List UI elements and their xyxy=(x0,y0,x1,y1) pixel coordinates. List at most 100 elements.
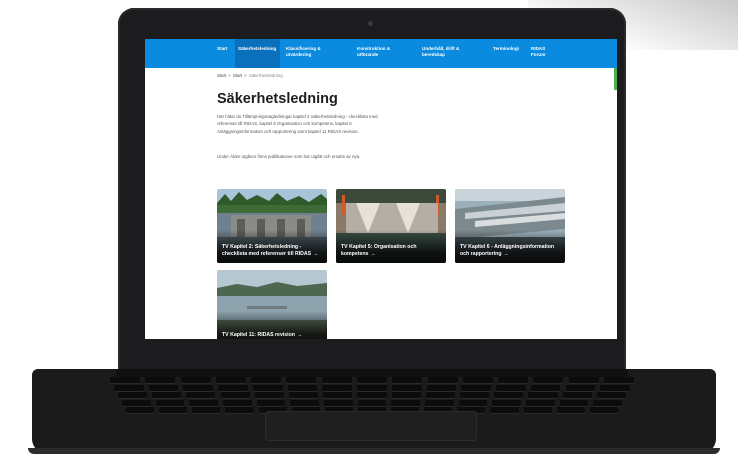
scroll-indicator xyxy=(614,68,617,90)
keyboard-key xyxy=(530,384,561,391)
arrow-right-icon: → xyxy=(370,251,376,257)
card-label: TV Kapitel 2: Säkerhetsledning - checkli… xyxy=(222,244,319,257)
keyboard-key xyxy=(426,384,457,391)
breadcrumb-item-start[interactable]: Start xyxy=(217,73,226,78)
keyboard-key xyxy=(122,399,151,406)
nav-start[interactable]: Start xyxy=(217,39,227,68)
keyboard-key xyxy=(357,399,387,406)
arrow-right-icon: → xyxy=(503,251,509,257)
keyboard-key xyxy=(323,392,353,398)
keyboard-key xyxy=(152,392,182,398)
keyboard-key xyxy=(192,407,221,413)
arrow-right-icon: → xyxy=(313,251,319,257)
keyboard-key xyxy=(290,399,319,406)
laptop-front-edge xyxy=(28,448,720,454)
breadcrumb-current: Säkerhetsledning xyxy=(248,73,283,78)
nav-sakerhetsledning[interactable]: Säkerhetsledning xyxy=(235,39,280,68)
intro-text: Här hittar du Tillämpningsvägledningar k… xyxy=(217,114,378,134)
keyboard-key xyxy=(526,399,555,406)
keyboard-key xyxy=(593,399,622,406)
keyboard-key xyxy=(498,377,529,383)
nav-terminologi[interactable]: Terminologi xyxy=(493,39,519,68)
breadcrumb-separator: > xyxy=(244,73,247,78)
keyboard-key xyxy=(148,384,179,391)
keyboard-key xyxy=(565,384,596,391)
keyboard-key xyxy=(596,392,626,398)
keyboard-key xyxy=(252,384,283,391)
keyboard-key xyxy=(186,392,216,398)
top-navigation: Start Säkerhetsledning Klassificering & … xyxy=(145,39,617,68)
keyboard-key xyxy=(604,377,634,383)
trackpad xyxy=(265,411,477,441)
laptop-screen: Start Säkerhetsledning Klassificering & … xyxy=(145,39,617,339)
keyboard-key xyxy=(159,407,188,413)
keyboard-key xyxy=(589,407,618,413)
keyboard-key xyxy=(322,384,352,391)
card-label: TV Kapitel 6 - Anläggningsinformation oc… xyxy=(460,244,555,257)
keyboard-key xyxy=(425,399,454,406)
page-title: Säkerhetsledning xyxy=(217,91,338,107)
keyboard-key xyxy=(568,377,599,383)
nav-klassificering[interactable]: Klassificering & utvärdering xyxy=(286,39,334,68)
keyboard-key xyxy=(528,392,558,398)
keyboard-key xyxy=(523,407,552,413)
keyboard-key xyxy=(286,377,317,383)
keyboard-key xyxy=(458,399,488,406)
keyboard-key xyxy=(461,384,491,391)
keyboard-key xyxy=(126,407,155,413)
keyboard-key xyxy=(425,392,455,398)
keyboard-key xyxy=(254,392,284,398)
keyboard-key xyxy=(155,399,185,406)
keyboard-key xyxy=(180,377,211,383)
card-kapitel-5[interactable]: TV Kapitel 5: Organisation och kompetens… xyxy=(336,189,446,263)
keyboard-key xyxy=(324,399,353,406)
breadcrumb-item-start-2[interactable]: Start xyxy=(233,73,242,78)
keyboard-key xyxy=(391,384,422,391)
webcam xyxy=(368,21,373,26)
keyboard-key xyxy=(183,384,214,391)
keyboard-key xyxy=(357,377,387,383)
arrow-right-icon: → xyxy=(296,332,303,338)
keyboard-key xyxy=(490,407,519,413)
keyboard-key xyxy=(562,392,592,398)
keyboard-key xyxy=(600,384,630,391)
keyboard-key xyxy=(256,399,286,406)
nav-konstruktion[interactable]: Konstruktion & utförande xyxy=(357,39,399,68)
keyboard-key xyxy=(223,399,252,406)
keyboard-key xyxy=(225,407,254,413)
keyboard-key xyxy=(145,377,176,383)
keyboard-key xyxy=(462,377,493,383)
keyboard-key xyxy=(556,407,585,413)
keyboard-key xyxy=(357,384,387,391)
keyboard-key xyxy=(391,399,420,406)
keyboard-key xyxy=(218,384,248,391)
card-label: TV Kapitel 11: RIDAS revision → xyxy=(222,332,303,338)
breadcrumb: Start > Start > Säkerhetsledning xyxy=(217,73,283,78)
laptop-lid: Start Säkerhetsledning Klassificering & … xyxy=(118,8,626,374)
card-kapitel-6[interactable]: TV Kapitel 6 - Anläggningsinformation oc… xyxy=(455,189,565,263)
keyboard-key xyxy=(492,399,521,406)
keyboard-key xyxy=(559,399,589,406)
keyboard-key xyxy=(494,392,524,398)
keyboard-key xyxy=(392,377,423,383)
keyboard-key xyxy=(114,384,144,391)
card-kapitel-2[interactable]: TV Kapitel 2: Säkerhetsledning - checkli… xyxy=(217,189,327,263)
keyboard-key xyxy=(189,399,218,406)
keyboard-key xyxy=(289,392,319,398)
keyboard-key xyxy=(220,392,250,398)
keyboard-key xyxy=(357,392,387,398)
nav-forum[interactable]: RIDAS Forum xyxy=(531,39,551,68)
keyboard-key xyxy=(118,392,148,398)
keyboard-key xyxy=(287,384,318,391)
keyboard-key xyxy=(533,377,564,383)
older-editions-note: Under Äldre utgåvor finns publikationer … xyxy=(217,154,361,159)
keyboard-key xyxy=(215,377,246,383)
keyboard-key xyxy=(391,392,421,398)
card-kapitel-11[interactable]: TV Kapitel 11: RIDAS revision → xyxy=(217,270,327,339)
card-label: TV Kapitel 5: Organisation och kompetens… xyxy=(341,244,417,257)
keyboard-key xyxy=(460,392,490,398)
keyboard-key xyxy=(321,377,352,383)
keyboard-key xyxy=(496,384,526,391)
nav-underhall[interactable]: Underhåll, drift & beredskap xyxy=(422,39,470,68)
keyboard-key xyxy=(110,377,140,383)
